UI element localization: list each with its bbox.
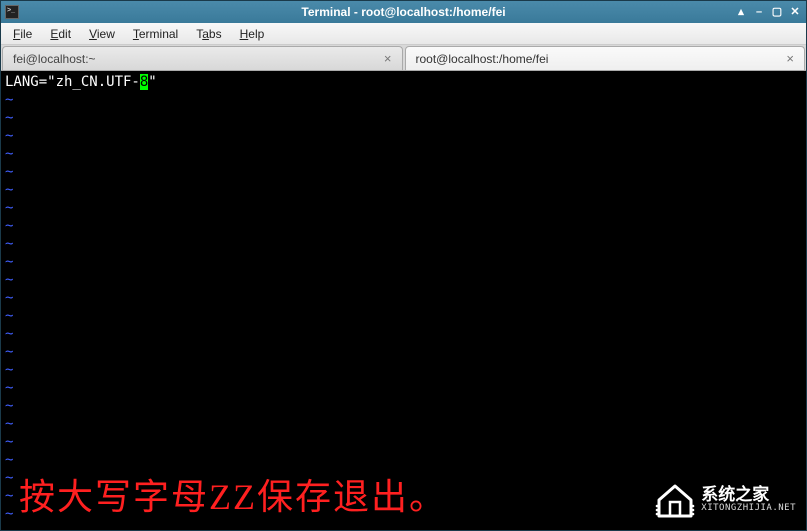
menu-edit[interactable]: Edit bbox=[42, 25, 79, 43]
tab-2-label: root@localhost:/home/fei bbox=[416, 52, 549, 66]
tab-1-close-icon[interactable]: × bbox=[382, 51, 394, 66]
app-window: Terminal - root@localhost:/home/fei ▴ – … bbox=[0, 0, 807, 531]
tab-2[interactable]: root@localhost:/home/fei × bbox=[405, 46, 806, 70]
editor-tilde-line: ~ bbox=[5, 145, 802, 163]
editor-tilde-line: ~ bbox=[5, 127, 802, 145]
editor-tilde-line: ~ bbox=[5, 271, 802, 289]
editor-tilde-line: ~ bbox=[5, 415, 802, 433]
tabbar: fei@localhost:~ × root@localhost:/home/f… bbox=[1, 45, 806, 71]
editor-tilde-line: ~ bbox=[5, 361, 802, 379]
window-title: Terminal - root@localhost:/home/fei bbox=[1, 5, 806, 19]
maximize-button[interactable]: ▢ bbox=[770, 5, 784, 19]
editor-tilde-line: ~ bbox=[5, 253, 802, 271]
terminal-app-icon bbox=[5, 5, 19, 19]
editor-line-1: LANG="zh_CN.UTF-8" bbox=[5, 73, 802, 91]
editor-tilde-line: ~ bbox=[5, 163, 802, 181]
tab-1[interactable]: fei@localhost:~ × bbox=[2, 46, 403, 70]
menu-file[interactable]: File bbox=[5, 25, 40, 43]
editor-tilde-line: ~ bbox=[5, 397, 802, 415]
editor-tilde-line: ~ bbox=[5, 451, 802, 469]
editor-tilde-line: ~ bbox=[5, 505, 802, 523]
menu-terminal[interactable]: Terminal bbox=[125, 25, 186, 43]
terminal-viewport[interactable]: LANG="zh_CN.UTF-8" ~~~~~~~~~~~~~~~~~~~~~… bbox=[1, 71, 806, 530]
editor-tilde-line: ~ bbox=[5, 433, 802, 451]
window-controls: ▴ – ▢ ✕ bbox=[734, 5, 802, 19]
editor-tilde-line: ~ bbox=[5, 217, 802, 235]
minimize-button[interactable]: – bbox=[752, 5, 766, 19]
editor-tilde-line: ~ bbox=[5, 199, 802, 217]
titlebar[interactable]: Terminal - root@localhost:/home/fei ▴ – … bbox=[1, 1, 806, 23]
editor-tilde-line: ~ bbox=[5, 235, 802, 253]
tab-2-close-icon[interactable]: × bbox=[784, 51, 796, 66]
tab-1-label: fei@localhost:~ bbox=[13, 52, 96, 66]
editor-tilde-line: ~ bbox=[5, 343, 802, 361]
editor-tilde-line: ~ bbox=[5, 289, 802, 307]
shade-button[interactable]: ▴ bbox=[734, 5, 748, 19]
editor-tilde-line: ~ bbox=[5, 307, 802, 325]
editor-tilde-line: ~ bbox=[5, 109, 802, 127]
editor-tilde-line: ~ bbox=[5, 379, 802, 397]
editor-tilde-line: ~ bbox=[5, 487, 802, 505]
editor-tilde-line: ~ bbox=[5, 91, 802, 109]
menu-view[interactable]: View bbox=[81, 25, 123, 43]
editor-tilde-line: ~ bbox=[5, 469, 802, 487]
menubar: File Edit View Terminal Tabs Help bbox=[1, 23, 806, 45]
menu-help[interactable]: Help bbox=[232, 25, 273, 43]
editor-empty-lines: ~~~~~~~~~~~~~~~~~~~~~~~~ bbox=[5, 91, 802, 523]
editor-tilde-line: ~ bbox=[5, 325, 802, 343]
close-button[interactable]: ✕ bbox=[788, 5, 802, 19]
menu-tabs[interactable]: Tabs bbox=[188, 25, 229, 43]
editor-tilde-line: ~ bbox=[5, 181, 802, 199]
